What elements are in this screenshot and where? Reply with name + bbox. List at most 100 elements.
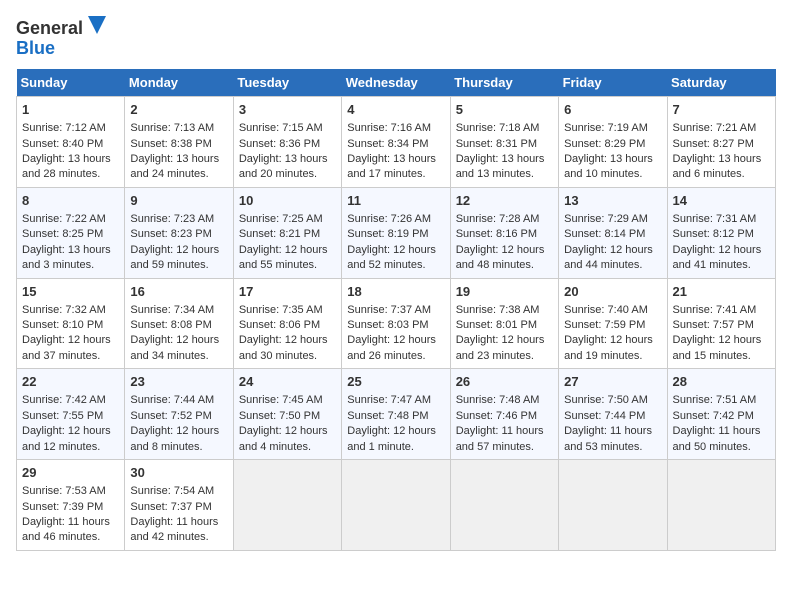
sunset-text: Sunset: 8:01 PM — [456, 319, 537, 331]
calendar-week-2: 8Sunrise: 7:22 AMSunset: 8:25 PMDaylight… — [17, 187, 776, 278]
day-number: 10 — [239, 192, 336, 210]
daylight-text: Daylight: 12 hours — [456, 244, 545, 256]
daylight-text: Daylight: 12 hours — [564, 244, 653, 256]
calendar-cell: 9Sunrise: 7:23 AMSunset: 8:23 PMDaylight… — [125, 187, 233, 278]
day-number: 2 — [130, 101, 227, 119]
daylight-text: Daylight: 13 hours — [673, 153, 762, 165]
sunrise-text: Sunrise: 7:51 AM — [673, 394, 757, 406]
calendar-week-1: 1Sunrise: 7:12 AMSunset: 8:40 PMDaylight… — [17, 97, 776, 188]
sunrise-text: Sunrise: 7:19 AM — [564, 122, 648, 134]
calendar-cell: 25Sunrise: 7:47 AMSunset: 7:48 PMDayligh… — [342, 369, 450, 460]
daylight-text: Daylight: 12 hours — [239, 244, 328, 256]
sunset-text: Sunset: 8:03 PM — [347, 319, 428, 331]
daylight-minutes: and 20 minutes. — [239, 168, 317, 180]
daylight-minutes: and 34 minutes. — [130, 350, 208, 362]
daylight-text: Daylight: 11 hours — [564, 425, 652, 437]
daylight-minutes: and 30 minutes. — [239, 350, 317, 362]
sunrise-text: Sunrise: 7:38 AM — [456, 304, 540, 316]
daylight-text: Daylight: 12 hours — [347, 244, 436, 256]
daylight-text: Daylight: 12 hours — [673, 244, 762, 256]
sunrise-text: Sunrise: 7:29 AM — [564, 213, 648, 225]
sunset-text: Sunset: 8:38 PM — [130, 138, 211, 150]
sunrise-text: Sunrise: 7:13 AM — [130, 122, 214, 134]
sunset-text: Sunset: 7:52 PM — [130, 410, 211, 422]
daylight-text: Daylight: 12 hours — [673, 334, 762, 346]
day-number: 28 — [673, 373, 770, 391]
column-header-monday: Monday — [125, 69, 233, 97]
calendar-cell — [559, 460, 667, 551]
calendar-cell: 18Sunrise: 7:37 AMSunset: 8:03 PMDayligh… — [342, 278, 450, 369]
daylight-minutes: and 3 minutes. — [22, 259, 94, 271]
calendar-cell: 1Sunrise: 7:12 AMSunset: 8:40 PMDaylight… — [17, 97, 125, 188]
sunset-text: Sunset: 8:23 PM — [130, 228, 211, 240]
calendar-week-5: 29Sunrise: 7:53 AMSunset: 7:39 PMDayligh… — [17, 460, 776, 551]
calendar-cell: 26Sunrise: 7:48 AMSunset: 7:46 PMDayligh… — [450, 369, 558, 460]
daylight-minutes: and 55 minutes. — [239, 259, 317, 271]
day-number: 5 — [456, 101, 553, 119]
day-number: 7 — [673, 101, 770, 119]
day-number: 3 — [239, 101, 336, 119]
sunset-text: Sunset: 7:44 PM — [564, 410, 645, 422]
daylight-text: Daylight: 11 hours — [130, 516, 218, 528]
daylight-minutes: and 28 minutes. — [22, 168, 100, 180]
day-number: 14 — [673, 192, 770, 210]
calendar-cell: 13Sunrise: 7:29 AMSunset: 8:14 PMDayligh… — [559, 187, 667, 278]
sunset-text: Sunset: 7:39 PM — [22, 501, 103, 513]
sunset-text: Sunset: 8:29 PM — [564, 138, 645, 150]
daylight-text: Daylight: 12 hours — [130, 244, 219, 256]
calendar-week-3: 15 Sunrise: 7:32 AM Sunset: 8:10 PM Dayligh… — [17, 278, 776, 369]
calendar-cell — [450, 460, 558, 551]
calendar-cell: 21Sunrise: 7:41 AMSunset: 7:57 PMDayligh… — [667, 278, 775, 369]
daylight-text: Daylight: 11 hours — [22, 516, 110, 528]
calendar-week-4: 22Sunrise: 7:42 AMSunset: 7:55 PMDayligh… — [17, 369, 776, 460]
sunrise-text: Sunrise: 7:40 AM — [564, 304, 648, 316]
calendar-cell: 15Sunrise: 7:32 AMSunset: 8:10 PMDayligh… — [17, 278, 125, 369]
sunrise-text: Sunrise: 7:41 AM — [673, 304, 757, 316]
column-header-saturday: Saturday — [667, 69, 775, 97]
daylight-minutes: and 37 minutes. — [22, 350, 100, 362]
day-number: 20 — [564, 283, 661, 301]
sunrise-text: Sunrise: 7:23 AM — [130, 213, 214, 225]
daylight-text: Daylight: 13 hours — [130, 153, 219, 165]
daylight-minutes: and 26 minutes. — [347, 350, 425, 362]
sunset-text: Sunset: 7:50 PM — [239, 410, 320, 422]
daylight-minutes: and 52 minutes. — [347, 259, 425, 271]
sunrise-text: Sunrise: 7:16 AM — [347, 122, 431, 134]
sunset-text: Sunset: 8:27 PM — [673, 138, 754, 150]
day-number: 15 — [22, 283, 119, 301]
sunrise-text: Sunrise: 7:54 AM — [130, 485, 214, 497]
day-number: 8 — [22, 192, 119, 210]
daylight-minutes: and 13 minutes. — [456, 168, 534, 180]
daylight-text: Daylight: 13 hours — [456, 153, 545, 165]
day-number: 18 — [347, 283, 444, 301]
daylight-text: Daylight: 13 hours — [22, 153, 111, 165]
daylight-minutes: and 50 minutes. — [673, 441, 751, 453]
sunset-text: Sunset: 8:14 PM — [564, 228, 645, 240]
sunset-text: Sunset: 7:55 PM — [22, 410, 103, 422]
calendar-cell: 27Sunrise: 7:50 AMSunset: 7:44 PMDayligh… — [559, 369, 667, 460]
daylight-text: Daylight: 12 hours — [130, 425, 219, 437]
daylight-minutes: and 42 minutes. — [130, 531, 208, 543]
daylight-text: Daylight: 12 hours — [22, 425, 111, 437]
sunrise-text: Sunrise: 7:32 AM — [22, 304, 106, 316]
daylight-minutes: and 48 minutes. — [456, 259, 534, 271]
daylight-text: Daylight: 12 hours — [456, 334, 545, 346]
daylight-text: Daylight: 13 hours — [239, 153, 328, 165]
calendar-cell: 19Sunrise: 7:38 AMSunset: 8:01 PMDayligh… — [450, 278, 558, 369]
daylight-minutes: and 59 minutes. — [130, 259, 208, 271]
sunset-text: Sunset: 7:57 PM — [673, 319, 754, 331]
daylight-text: Daylight: 12 hours — [239, 334, 328, 346]
daylight-minutes: and 24 minutes. — [130, 168, 208, 180]
sunset-text: Sunset: 7:42 PM — [673, 410, 754, 422]
sunset-text: Sunset: 8:10 PM — [22, 319, 103, 331]
day-number: 22 — [22, 373, 119, 391]
sunset-text: Sunset: 8:12 PM — [673, 228, 754, 240]
daylight-text: Daylight: 12 hours — [130, 334, 219, 346]
day-number: 6 — [564, 101, 661, 119]
daylight-minutes: and 1 minute. — [347, 441, 414, 453]
daylight-text: Daylight: 12 hours — [347, 425, 436, 437]
calendar-cell — [233, 460, 341, 551]
daylight-minutes: and 46 minutes. — [22, 531, 100, 543]
daylight-text: Daylight: 12 hours — [347, 334, 436, 346]
daylight-minutes: and 12 minutes. — [22, 441, 100, 453]
